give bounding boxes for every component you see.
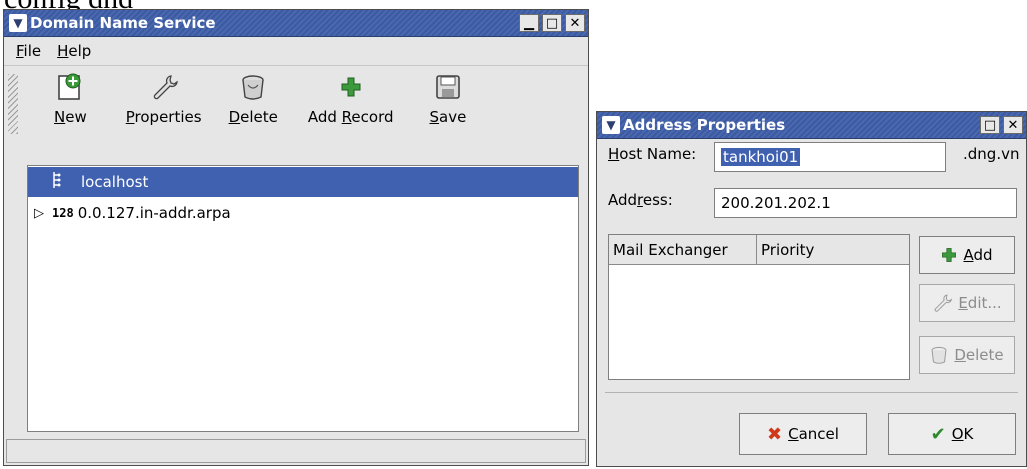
tree-label: localhost	[81, 173, 149, 191]
trash-icon	[931, 346, 947, 364]
column-priority[interactable]: Priority	[757, 235, 909, 265]
maximize-icon[interactable]: □	[542, 14, 562, 32]
tree-label: 0.0.127.in-addr.arpa	[77, 204, 231, 222]
window-title: Domain Name Service	[30, 14, 216, 32]
menu-file[interactable]: File	[8, 42, 49, 60]
save-button[interactable]: Save	[430, 68, 466, 126]
window-menu-icon[interactable]: ▼	[602, 116, 620, 134]
close-icon[interactable]: ✕	[565, 14, 585, 32]
add-button[interactable]: Add	[919, 236, 1015, 274]
ok-button[interactable]: ✔ OK	[888, 413, 1016, 455]
minimize-icon[interactable]: ▁	[519, 14, 539, 32]
toolbar-grip[interactable]	[8, 74, 18, 134]
edit-button[interactable]: Edit...	[919, 284, 1015, 322]
checkmark-icon: ✔	[930, 423, 946, 445]
window-menu-icon[interactable]: ▼	[9, 14, 27, 32]
delete-button[interactable]: Delete	[229, 68, 278, 126]
maximize-icon[interactable]: □	[980, 116, 1000, 134]
mail-exchanger-list[interactable]: Mail Exchanger Priority	[608, 234, 910, 380]
close-icon[interactable]: ✕	[1003, 116, 1023, 134]
floppy-icon	[435, 72, 461, 102]
properties-button[interactable]: Properties	[126, 68, 202, 126]
zone-tree[interactable]: localhost ▷ 128 0.0.127.in-addr.arpa	[27, 165, 579, 432]
trash-icon	[240, 72, 266, 102]
menubar: File Help	[4, 37, 588, 66]
column-mail-exchanger[interactable]: Mail Exchanger	[609, 235, 757, 265]
delete-button[interactable]: Delete	[919, 336, 1015, 374]
address-properties-dialog: ▼ Address Properties □ ✕ Host Name: tank…	[596, 111, 1027, 467]
address-label: Address:	[608, 191, 673, 209]
plus-icon	[340, 72, 362, 102]
zone-icon	[52, 171, 66, 193]
new-button[interactable]: New	[54, 68, 87, 126]
cancel-button[interactable]: ✖ Cancel	[739, 413, 867, 455]
new-document-icon	[57, 72, 83, 102]
cancel-x-icon: ✖	[767, 423, 783, 445]
wrench-icon	[935, 294, 953, 312]
dialog-separator	[605, 392, 1018, 393]
wrench-icon	[150, 72, 178, 102]
statusbar	[6, 439, 586, 463]
dialog-titlebar[interactable]: ▼ Address Properties □ ✕	[597, 112, 1026, 139]
menu-help[interactable]: Help	[49, 42, 99, 60]
dialog-title: Address Properties	[623, 116, 786, 134]
reverse-zone-icon: 128	[52, 206, 74, 220]
toolbar: New Properties Delete Add Record Save	[4, 68, 588, 138]
tree-row-reverse-zone[interactable]: ▷ 128 0.0.127.in-addr.arpa	[28, 198, 578, 228]
host-name-label: Host Name:	[608, 145, 697, 163]
expander-icon[interactable]: ▷	[34, 206, 44, 221]
tree-row-localhost[interactable]: localhost	[28, 167, 578, 197]
plus-icon	[942, 248, 957, 262]
host-name-field[interactable]: tankhoi01	[714, 142, 946, 172]
address-field[interactable]: 200.201.202.1	[714, 188, 1017, 218]
main-titlebar[interactable]: ▼ Domain Name Service ▁ □ ✕	[4, 10, 588, 37]
add-record-button[interactable]: Add Record	[308, 68, 394, 126]
domain-name-service-window: ▼ Domain Name Service ▁ □ ✕ File Help Ne…	[3, 9, 589, 466]
host-suffix: .dng.vn	[963, 145, 1020, 163]
